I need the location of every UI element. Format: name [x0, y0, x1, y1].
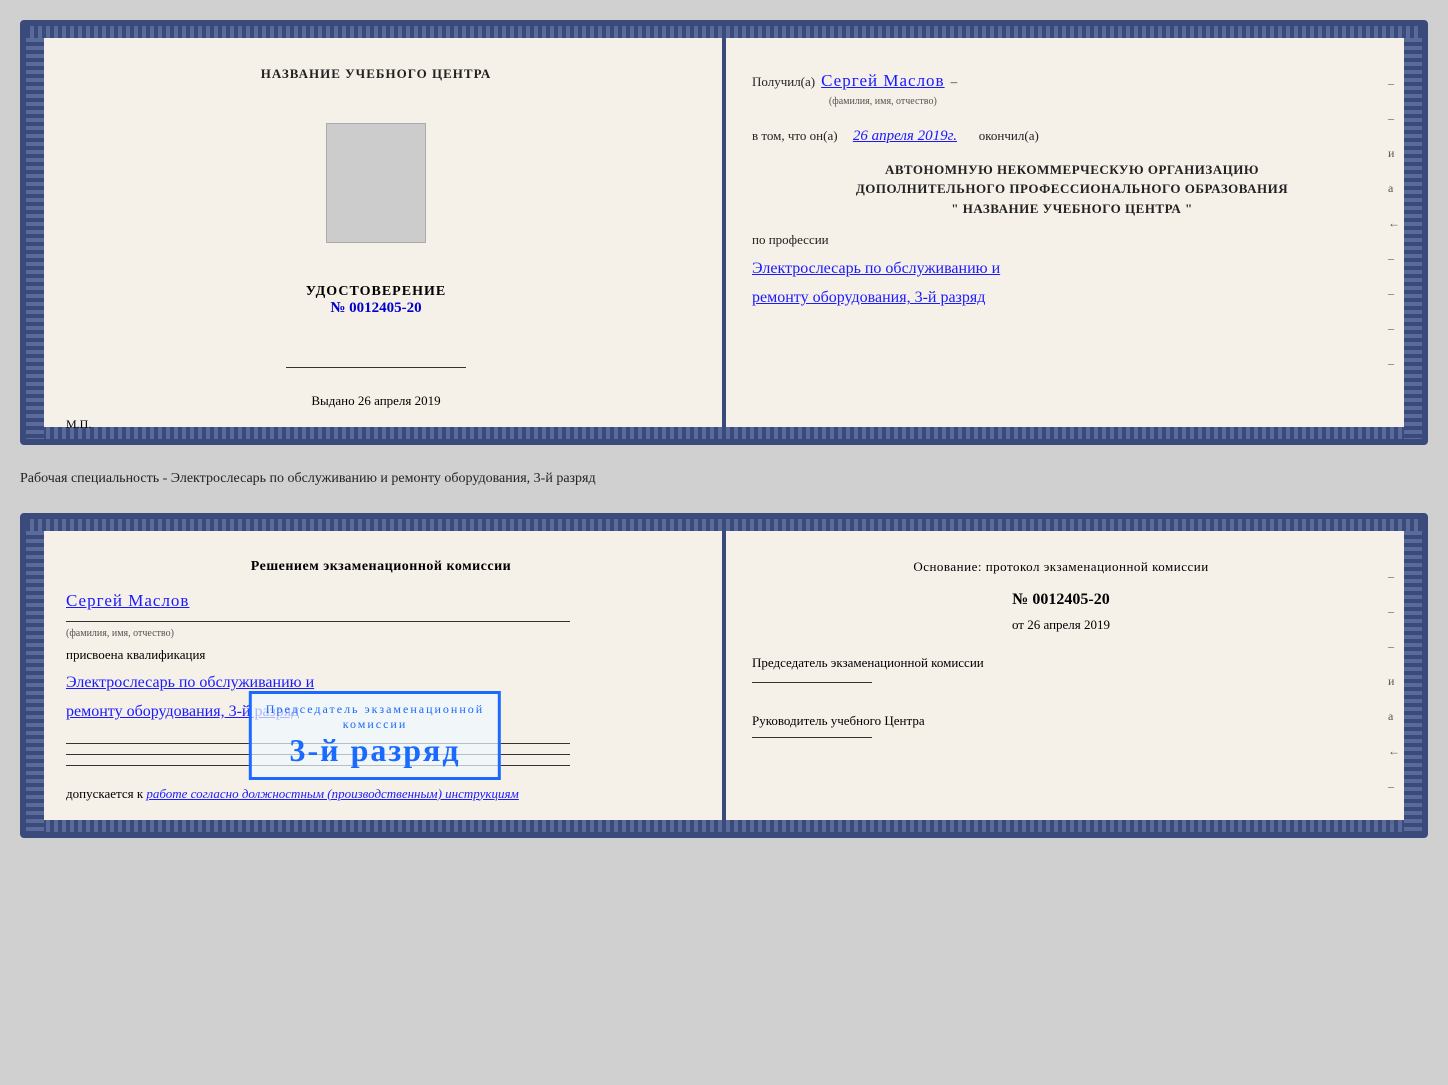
udostoverenie-block: УДОСТОВЕРЕНИЕ № 0012405-20	[306, 284, 446, 317]
cert2-recipient-name: Сергей Маслов	[66, 591, 189, 610]
udostoverenie-title: УДОСТОВЕРЕНИЕ	[306, 284, 446, 300]
cert2-right-panel: Основание: протокол экзаменационной коми…	[724, 519, 1422, 832]
prisvoena-label: присвоена квалификация	[66, 647, 696, 663]
school-name-top: НАЗВАНИЕ УЧЕБНОГО ЦЕНТРА	[261, 66, 492, 82]
resheniem-title: Решением экзаменационной комиссии	[66, 559, 696, 575]
ot-line: от 26 апреля 2019	[752, 617, 1370, 633]
mp-label: М.П.	[56, 417, 696, 432]
rukovoditel-sig-line	[752, 737, 872, 738]
received-line: Получил(а) Сергей Маслов (фамилия, имя, …	[752, 66, 1392, 111]
recipient-name: Сергей Маслов	[821, 71, 944, 90]
qualification-stamp: Председатель экзаменационной комиссии 3-…	[249, 691, 501, 780]
top-decorative-strip	[26, 26, 1422, 38]
signature-line-1	[286, 367, 466, 368]
cert1-right-panel: Получил(а) Сергей Маслов (фамилия, имя, …	[724, 26, 1422, 439]
cert1-date: 26 апреля 2019г.	[853, 123, 957, 150]
vydano-line: Выдано 26 апреля 2019	[311, 393, 440, 409]
vtom-line: в том, что он(а) 26 апреля 2019г. окончи…	[752, 123, 1392, 150]
protocol-number: № 0012405-20	[752, 591, 1370, 609]
cert2-name-block: Сергей Маслов (фамилия, имя, отчество)	[66, 591, 696, 639]
dopuskaetsya-text: работе согласно должностным (производств…	[146, 786, 518, 801]
org-block: АВТОНОМНУЮ НЕКОММЕРЧЕСКУЮ ОРГАНИЗАЦИЮ ДО…	[752, 160, 1392, 219]
osnovanie-title: Основание: протокол экзаменационной коми…	[752, 559, 1370, 575]
cert1-number: № 0012405-20	[306, 300, 446, 317]
cert1-left-panel: НАЗВАНИЕ УЧЕБНОГО ЦЕНТРА УДОСТОВЕРЕНИЕ №…	[26, 26, 724, 439]
label-between: Рабочая специальность - Электрослесарь п…	[20, 463, 1428, 495]
dopuskaetsya-block: допускается к работе согласно должностны…	[66, 786, 696, 802]
right-dashes: – – и а ← – – – –	[1388, 76, 1400, 371]
right-dashes-2: – – – и а ← – – –	[1388, 569, 1400, 838]
top-strip-2	[26, 519, 1422, 531]
name-underline	[66, 621, 570, 622]
photo-placeholder	[326, 123, 426, 243]
predsedatel-block: Председатель экзаменационной комиссии	[752, 653, 1370, 683]
rukovoditel-block: Руководитель учебного Центра	[752, 713, 1370, 738]
profession-line-1: Электрослесарь по обслуживанию и	[752, 255, 1392, 284]
predsedatel-sig-line	[752, 682, 872, 683]
cert2-left-panel: Решением экзаменационной комиссии Сергей…	[26, 519, 724, 832]
certificate-book-2: Решением экзаменационной комиссии Сергей…	[20, 513, 1428, 838]
po-professii-label: по профессии	[752, 228, 1392, 251]
certificate-book-1: НАЗВАНИЕ УЧЕБНОГО ЦЕНТРА УДОСТОВЕРЕНИЕ №…	[20, 20, 1428, 445]
profession-line-2: ремонту оборудования, 3-й разряд	[752, 284, 1392, 313]
